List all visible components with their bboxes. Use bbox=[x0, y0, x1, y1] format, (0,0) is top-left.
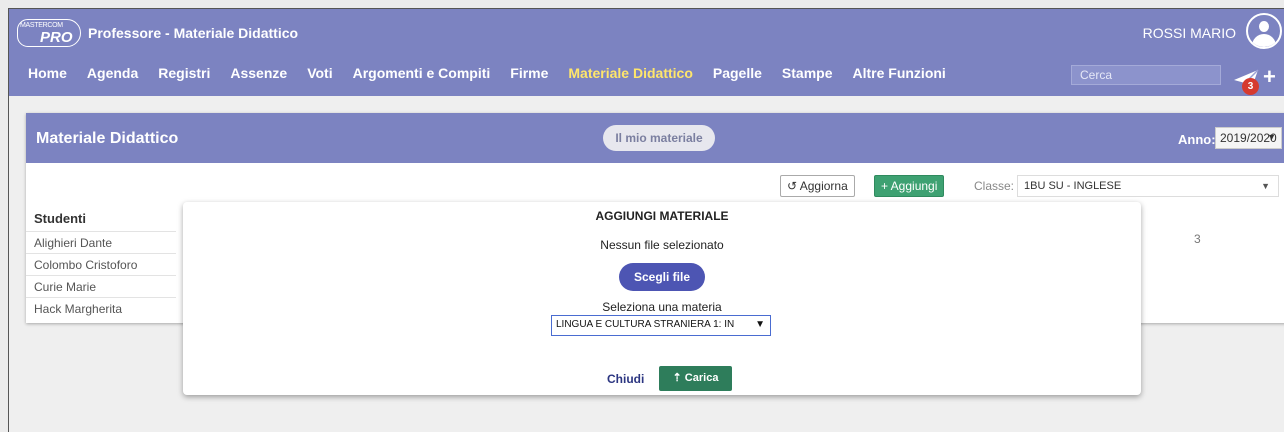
class-select[interactable]: 1BU SU - INGLESE ▼ bbox=[1017, 175, 1279, 197]
app-window: MASTERCOM PRO Professore - Materiale Did… bbox=[8, 8, 1284, 432]
students-header: Studenti bbox=[34, 211, 86, 226]
main-nav: Home Agenda Registri Assenze Voti Argome… bbox=[9, 65, 946, 87]
nav-agenda[interactable]: Agenda bbox=[87, 65, 138, 87]
top-bar: MASTERCOM PRO Professore - Materiale Did… bbox=[9, 9, 1284, 96]
page-title: Professore - Materiale Didattico bbox=[88, 25, 299, 41]
subject-select-label: Seleziona una materia bbox=[602, 300, 722, 314]
add-button[interactable]: + Aggiungi bbox=[874, 175, 945, 197]
student-row[interactable]: Colombo Cristoforo bbox=[26, 253, 176, 275]
my-material-button[interactable]: Il mio materiale bbox=[603, 125, 715, 151]
class-label: Classe: bbox=[974, 179, 1015, 193]
add-material-modal: AGGIUNGI MATERIALE Nessun file seleziona… bbox=[183, 202, 1141, 395]
nav-pagelle[interactable]: Pagelle bbox=[713, 65, 762, 87]
nav-altre-funzioni[interactable]: Altre Funzioni bbox=[852, 65, 945, 87]
nav-stampe[interactable]: Stampe bbox=[782, 65, 833, 87]
chevron-down-icon: ▼ bbox=[755, 319, 765, 330]
subject-select[interactable]: LINGUA E CULTURA STRANIERA 1: IN ▼ bbox=[551, 315, 771, 336]
year-label: Anno: bbox=[1178, 132, 1216, 147]
nav-assenze[interactable]: Assenze bbox=[230, 65, 287, 87]
nav-materiale-didattico[interactable]: Materiale Didattico bbox=[568, 65, 692, 87]
nav-voti[interactable]: Voti bbox=[307, 65, 332, 87]
modal-title: AGGIUNGI MATERIALE bbox=[595, 209, 729, 223]
user-avatar-icon[interactable] bbox=[1246, 13, 1282, 49]
panel-header: Materiale Didattico Il mio materiale Ann… bbox=[26, 113, 1284, 163]
choose-file-button[interactable]: Scegli file bbox=[619, 263, 705, 291]
chevron-down-icon: ▼ bbox=[1267, 132, 1276, 142]
logo-text-top: MASTERCOM bbox=[20, 22, 63, 29]
nav-firme[interactable]: Firme bbox=[510, 65, 548, 87]
notification-badge: 3 bbox=[1242, 78, 1259, 95]
close-button[interactable]: Chiudi bbox=[607, 372, 644, 386]
chevron-down-icon: ▼ bbox=[1261, 181, 1270, 191]
nav-home[interactable]: Home bbox=[28, 65, 67, 87]
student-row[interactable]: Hack Margherita bbox=[26, 297, 176, 319]
user-name[interactable]: ROSSI MARIO bbox=[1143, 25, 1236, 41]
class-value: 1BU SU - INGLESE bbox=[1024, 180, 1122, 192]
search-input[interactable] bbox=[1071, 65, 1221, 85]
plus-icon[interactable]: + bbox=[1263, 66, 1276, 88]
year-select[interactable]: 2019/2020 ▼ bbox=[1215, 127, 1282, 149]
upload-button[interactable]: ⇡ Carica bbox=[659, 366, 732, 391]
nav-registri[interactable]: Registri bbox=[158, 65, 210, 87]
student-row[interactable]: Alighieri Dante bbox=[26, 231, 176, 253]
panel-title: Materiale Didattico bbox=[36, 130, 179, 147]
no-file-text: Nessun file selezionato bbox=[600, 238, 724, 252]
subject-value: LINGUA E CULTURA STRANIERA 1: IN bbox=[556, 319, 735, 330]
table-cell-value: 3 bbox=[1194, 232, 1201, 246]
refresh-button[interactable]: ↺ Aggiorna bbox=[780, 175, 855, 197]
nav-argomenti-compiti[interactable]: Argomenti e Compiti bbox=[353, 65, 491, 87]
mastercom-logo[interactable]: MASTERCOM PRO bbox=[17, 19, 81, 47]
logo-text-bottom: PRO bbox=[40, 29, 73, 46]
student-row[interactable]: Curie Marie bbox=[26, 275, 176, 297]
